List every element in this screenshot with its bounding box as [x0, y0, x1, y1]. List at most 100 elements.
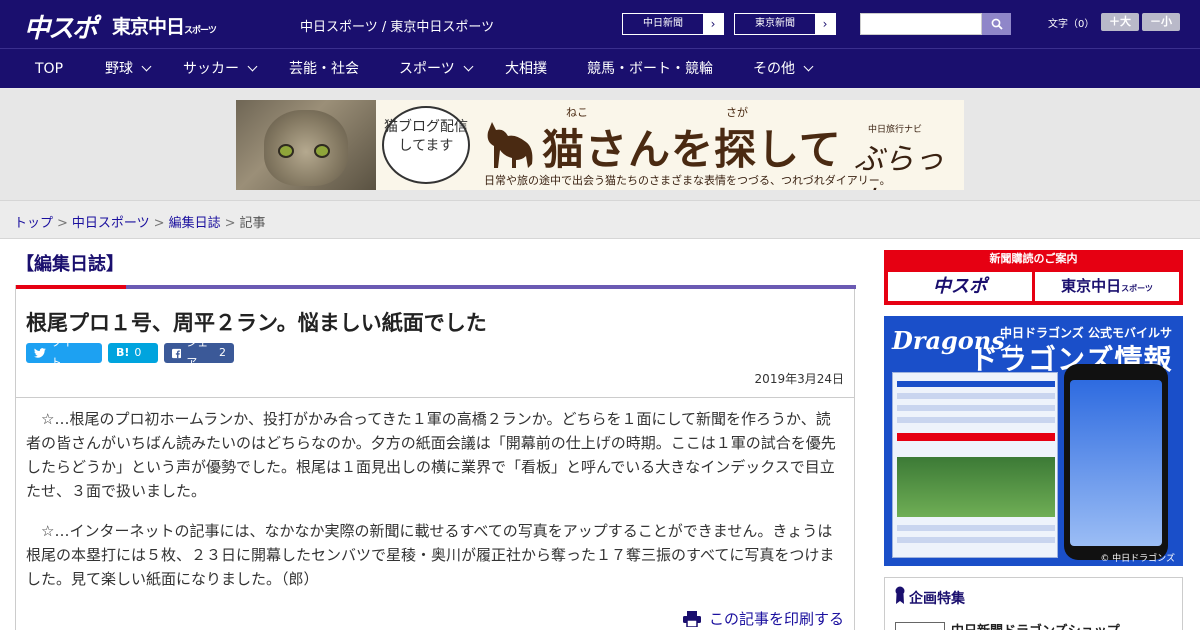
- breadcrumb-separator: >: [224, 216, 236, 231]
- smartphone-screen: [1070, 380, 1162, 546]
- nav-label: サッカー: [183, 61, 239, 77]
- feature-section: 企画特集 中日新聞ドラゴンズショップ: [884, 577, 1183, 630]
- screen-row: [897, 405, 1055, 411]
- chevron-right-icon: ›: [703, 14, 723, 34]
- banner-title: 猫さんを探して: [542, 125, 842, 174]
- article-accent-bar: [16, 285, 856, 289]
- nav-label: 芸能・社会: [289, 61, 359, 77]
- smartphone-image: [1064, 364, 1168, 560]
- subscription-header: 新聞購読のご案内: [989, 252, 1078, 265]
- text-size-increase-button[interactable]: ＋大: [1101, 13, 1139, 31]
- breadcrumb-separator: >: [57, 216, 68, 231]
- feature-item-link[interactable]: 中日新聞ドラゴンズショップ: [951, 620, 1120, 630]
- article-paragraph: ☆…根尾のプロ初ホームランか、投打がかみ合ってきた１軍の高橋２ランか。どちらを１…: [26, 410, 836, 500]
- ribbon-icon: [895, 586, 905, 604]
- breadcrumb-editorial-diary[interactable]: 編集日誌: [169, 216, 221, 231]
- text-size-decrease-button[interactable]: －小: [1142, 13, 1180, 31]
- nav-entertainment[interactable]: 芸能・社会: [289, 49, 359, 89]
- article-divider: [16, 397, 854, 398]
- breadcrumb-chunichi-sports[interactable]: 中日スポーツ: [72, 216, 150, 231]
- site-header: 中スポ 東京中日スポーツ 中日スポーツ / 東京中日スポーツ 中日新聞 › 東京…: [0, 0, 1200, 48]
- breadcrumb-bar: トップ > 中日スポーツ > 編集日誌 > 記事: [0, 200, 1200, 239]
- twitter-share-label: ツイート: [50, 336, 84, 369]
- print-article-link[interactable]: この記事を印刷する: [682, 608, 844, 629]
- tokyo-chunichi-logo[interactable]: 東京中日スポーツ: [112, 12, 217, 39]
- breadcrumb: トップ > 中日スポーツ > 編集日誌 > 記事: [14, 212, 266, 231]
- printer-icon: [682, 610, 701, 627]
- cat-blog-banner[interactable]: 猫ブログ配信してます ねこ さが 猫さんを探して 日常や旅の途中で出会う猫たちの…: [236, 100, 964, 190]
- subscribe-tokyo-text: 東京中日: [1061, 277, 1122, 295]
- tokyo-shimbun-button[interactable]: 東京新聞 ›: [734, 13, 836, 35]
- chunichi-shimbun-label: 中日新聞: [643, 18, 683, 29]
- main-nav: TOP 野球 サッカー 芸能・社会 スポーツ 大相撲 競馬・ボート・競輪 その他: [0, 48, 1200, 88]
- nav-label: 大相撲: [505, 61, 547, 77]
- screen-row: [897, 433, 1055, 441]
- tokyo-logo-text: 東京中日: [112, 16, 185, 38]
- chevron-down-icon: [803, 61, 814, 72]
- banner-subtitle: 日常や旅の途中で出会う猫たちのさまざまな表情をつづる、つれづれダイアリー。: [484, 174, 891, 187]
- cat-photo: [236, 100, 376, 190]
- nav-top[interactable]: TOP: [35, 49, 63, 89]
- banner-brand: ぶらっ人: [854, 142, 944, 190]
- search-button[interactable]: [982, 13, 1011, 35]
- facebook-count: 2: [219, 346, 226, 359]
- nav-baseball[interactable]: 野球: [105, 49, 152, 89]
- search-input[interactable]: [860, 13, 982, 35]
- cat-silhouette-icon: [487, 122, 533, 168]
- hatena-count: 0: [134, 346, 142, 359]
- screen-row: [897, 393, 1055, 399]
- newspaper-subscription-box[interactable]: 新聞購読のご案内 中スポ 東京中日スポーツ: [884, 250, 1183, 305]
- subscribe-chuspo-button[interactable]: 中スポ: [888, 272, 1032, 301]
- chevron-right-icon: ›: [815, 14, 835, 34]
- nav-label: 競馬・ボート・競輪: [587, 61, 713, 77]
- nav-sports[interactable]: スポーツ: [399, 49, 474, 89]
- article-date: 2019年3月24日: [754, 372, 844, 386]
- feature-title: 企画特集: [909, 591, 965, 607]
- print-article-label: この記事を印刷する: [708, 610, 844, 628]
- dragons-mobile-banner[interactable]: Dragons 中日ドラゴンズ 公式モバイルサイト ドラゴンズ情報 © 中日ドラ…: [884, 316, 1183, 566]
- nav-label: その他: [753, 61, 795, 77]
- cat-eye: [314, 144, 330, 158]
- chevron-down-icon: [463, 61, 474, 72]
- cat-eye: [278, 144, 294, 158]
- screen-row: [897, 417, 1055, 423]
- screen-row: [897, 381, 1055, 387]
- section-title: 【編集日誌】: [16, 254, 124, 275]
- nav-label: 野球: [105, 61, 133, 77]
- site-name: 中日スポーツ / 東京中日スポーツ: [300, 20, 495, 35]
- screen-row: [897, 537, 1055, 543]
- facebook-icon: [172, 348, 182, 358]
- subscribe-tokyo-small: スポーツ: [1121, 284, 1153, 293]
- feature-thumbnail[interactable]: [895, 622, 945, 630]
- twitter-share-button[interactable]: ツイート: [26, 336, 102, 369]
- dragons-scoreboard-image: [892, 372, 1058, 558]
- article: 根尾プロ１号、周平２ラン。悩ましい紙面でした ツイート B! 0 シェア 2 2…: [15, 285, 856, 630]
- nav-soccer[interactable]: サッカー: [183, 49, 258, 89]
- nav-label: TOP: [35, 61, 64, 77]
- screen-row: [897, 525, 1055, 531]
- nav-other[interactable]: その他: [753, 49, 814, 89]
- breadcrumb-top[interactable]: トップ: [14, 216, 53, 231]
- cat-face: [264, 110, 348, 186]
- hatena-bookmark-button[interactable]: B! 0: [108, 343, 158, 363]
- chunichi-shimbun-button[interactable]: 中日新聞 ›: [622, 13, 724, 35]
- subscribe-tokyo-chunichi-button[interactable]: 東京中日スポーツ: [1035, 272, 1179, 301]
- nav-sumo[interactable]: 大相撲: [505, 49, 547, 89]
- hatena-icon: B!: [116, 346, 130, 359]
- tokyo-shimbun-label: 東京新聞: [755, 18, 795, 29]
- nav-label: スポーツ: [399, 61, 455, 77]
- banner-zone: 猫ブログ配信してます ねこ さが 猫さんを探して 日常や旅の途中で出会う猫たちの…: [0, 89, 1200, 200]
- breadcrumb-current: 記事: [239, 216, 266, 231]
- tokyo-logo-small: スポーツ: [184, 26, 217, 36]
- nav-racing[interactable]: 競馬・ボート・競輪: [587, 49, 713, 89]
- breadcrumb-separator: >: [153, 216, 165, 231]
- facebook-share-label: シェア: [186, 336, 209, 369]
- search-icon: [991, 18, 1003, 30]
- text-size-label: 文字（0）: [1048, 19, 1095, 30]
- article-paragraph: ☆…インターネットの記事には、なかなか実際の新聞に載せるすべての写真をアップする…: [26, 522, 835, 588]
- chevron-down-icon: [247, 61, 258, 72]
- article-headline: 根尾プロ１号、周平２ラン。悩ましい紙面でした: [26, 311, 487, 335]
- dragons-copyright: © 中日ドラゴンズ: [1100, 554, 1175, 564]
- chuspo-logo[interactable]: 中スポ: [24, 8, 98, 45]
- facebook-share-button[interactable]: シェア 2: [164, 336, 234, 369]
